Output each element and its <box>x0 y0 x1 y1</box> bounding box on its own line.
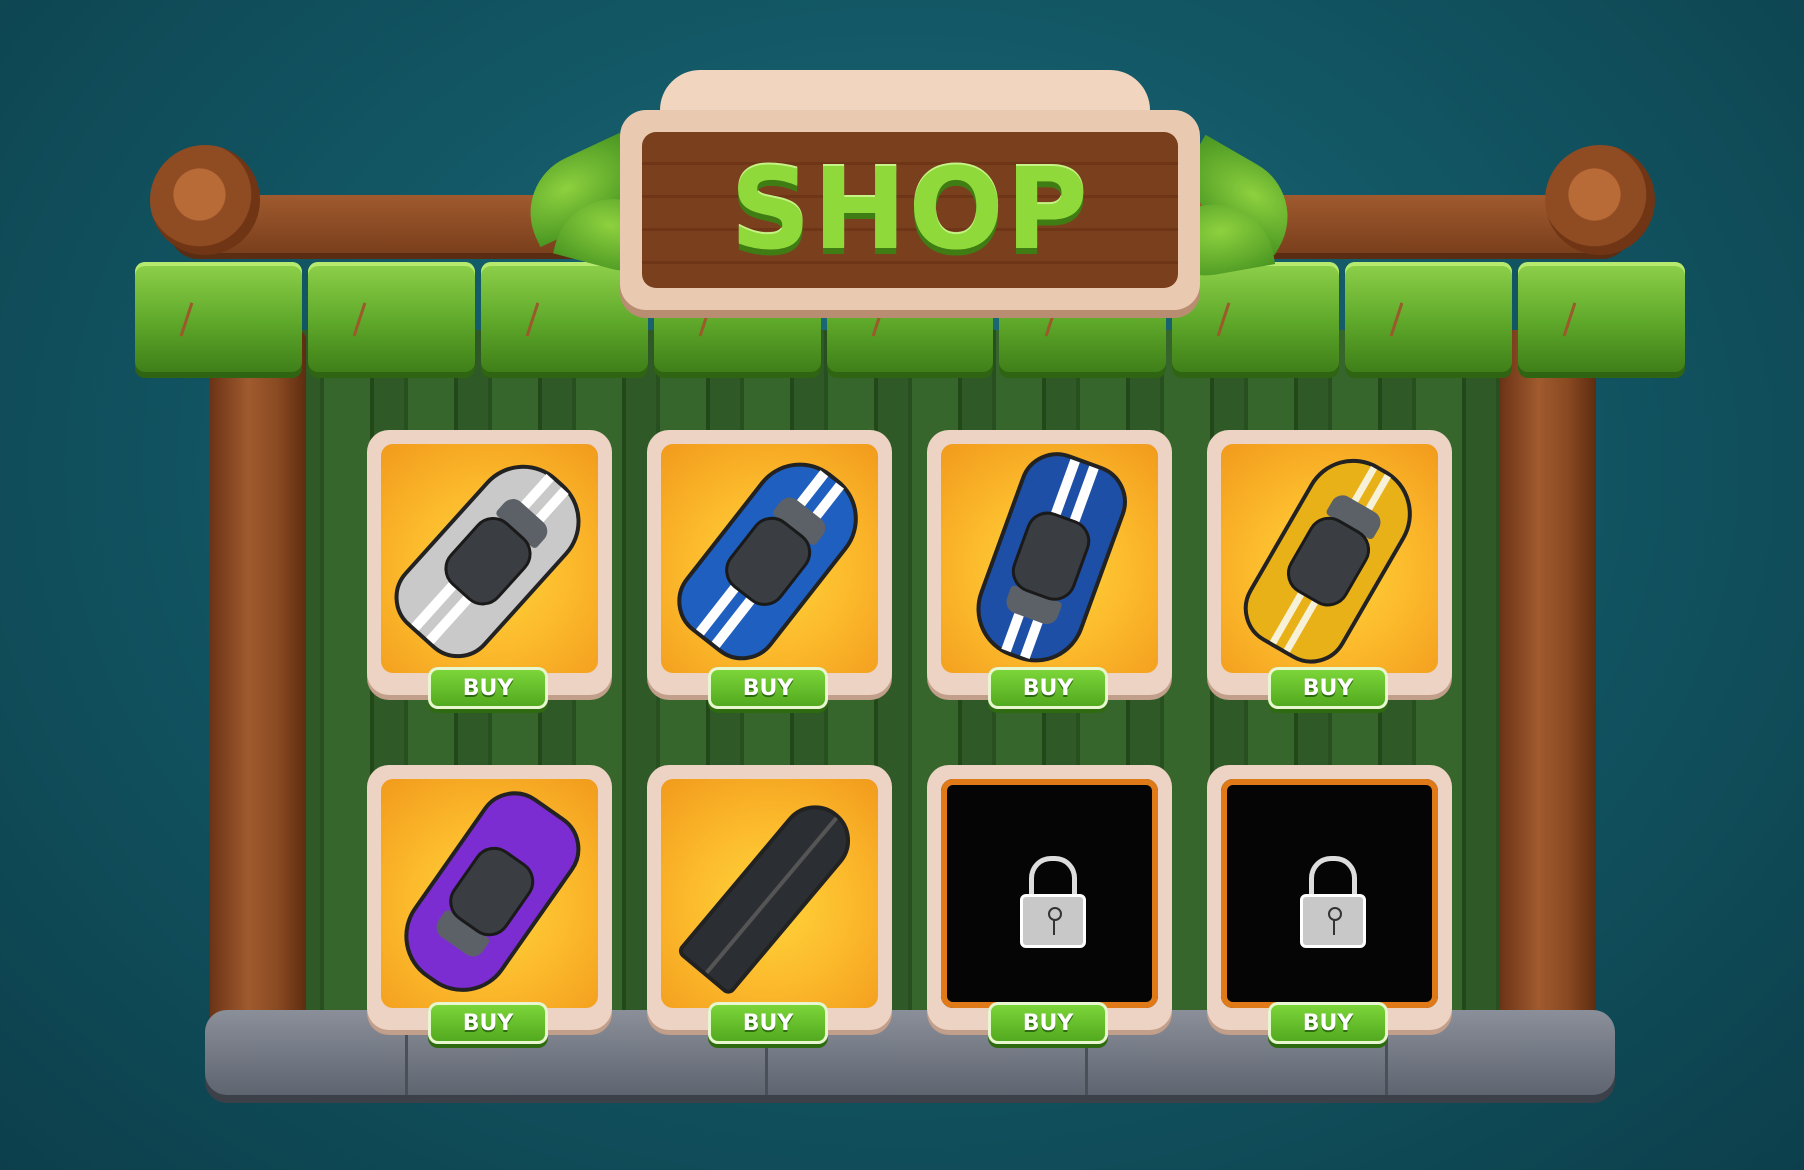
car-icon <box>1229 444 1430 673</box>
lock-icon <box>1019 855 1086 948</box>
card-face <box>1221 779 1438 1008</box>
car-body <box>675 790 864 997</box>
card-face <box>381 444 598 673</box>
key-stem <box>1332 918 1335 935</box>
card-face <box>381 779 598 1008</box>
shop-item-card[interactable]: BUY <box>647 765 892 1044</box>
car-stripe <box>704 816 838 974</box>
buy-button[interactable]: BUY <box>428 1002 548 1044</box>
shop-item-card[interactable]: BUY <box>367 765 612 1044</box>
post-right <box>1500 330 1596 1050</box>
buy-button[interactable]: BUY <box>988 667 1108 709</box>
shop-scene: SHOP BUY BUY BUY BUY BUY BUY BUY BUY <box>0 0 1804 1170</box>
car-body <box>384 779 595 1008</box>
car-icon <box>661 444 878 673</box>
shop-item-card[interactable]: BUY <box>927 430 1172 709</box>
key-icon <box>1047 906 1062 921</box>
buy-button[interactable]: BUY <box>988 1002 1108 1044</box>
lock-body <box>1299 893 1366 948</box>
buy-button[interactable]: BUY <box>1268 667 1388 709</box>
buy-button[interactable]: BUY <box>708 1002 828 1044</box>
card-face <box>661 779 878 1008</box>
car-body <box>661 444 878 673</box>
shop-item-grid: BUY BUY BUY BUY BUY BUY BUY BUY <box>367 430 1452 1044</box>
beam-end-right <box>1545 145 1655 255</box>
key-stem <box>1052 918 1055 935</box>
buy-button[interactable]: BUY <box>708 667 828 709</box>
key-icon <box>1327 906 1342 921</box>
roof-plank <box>135 262 302 372</box>
shop-sign: SHOP <box>620 110 1200 310</box>
car-body <box>381 444 598 673</box>
card-face <box>661 444 878 673</box>
buy-button[interactable]: BUY <box>428 667 548 709</box>
car-icon <box>961 444 1138 673</box>
shop-item-card-locked[interactable]: BUY <box>927 765 1172 1044</box>
card-face <box>941 444 1158 673</box>
roof-plank <box>307 262 475 372</box>
sign-board: SHOP <box>642 132 1178 288</box>
card-face <box>941 779 1158 1008</box>
buy-button[interactable]: BUY <box>1268 1002 1388 1044</box>
lock-body <box>1019 893 1086 948</box>
roof-plank <box>1518 262 1686 372</box>
roof-plank <box>1345 262 1513 372</box>
car-body <box>961 444 1138 673</box>
shop-item-card-locked[interactable]: BUY <box>1207 765 1452 1044</box>
post-left <box>210 330 306 1050</box>
shop-item-card[interactable]: BUY <box>647 430 892 709</box>
card-face <box>1221 444 1438 673</box>
car-icon <box>384 779 595 1008</box>
car-icon <box>675 790 864 997</box>
car-body <box>1229 444 1430 673</box>
car-icon <box>381 444 598 673</box>
shop-title: SHOP <box>730 145 1090 275</box>
shop-item-card[interactable]: BUY <box>1207 430 1452 709</box>
lock-icon <box>1299 855 1366 948</box>
beam-end-left <box>150 145 260 255</box>
shop-item-card[interactable]: BUY <box>367 430 612 709</box>
